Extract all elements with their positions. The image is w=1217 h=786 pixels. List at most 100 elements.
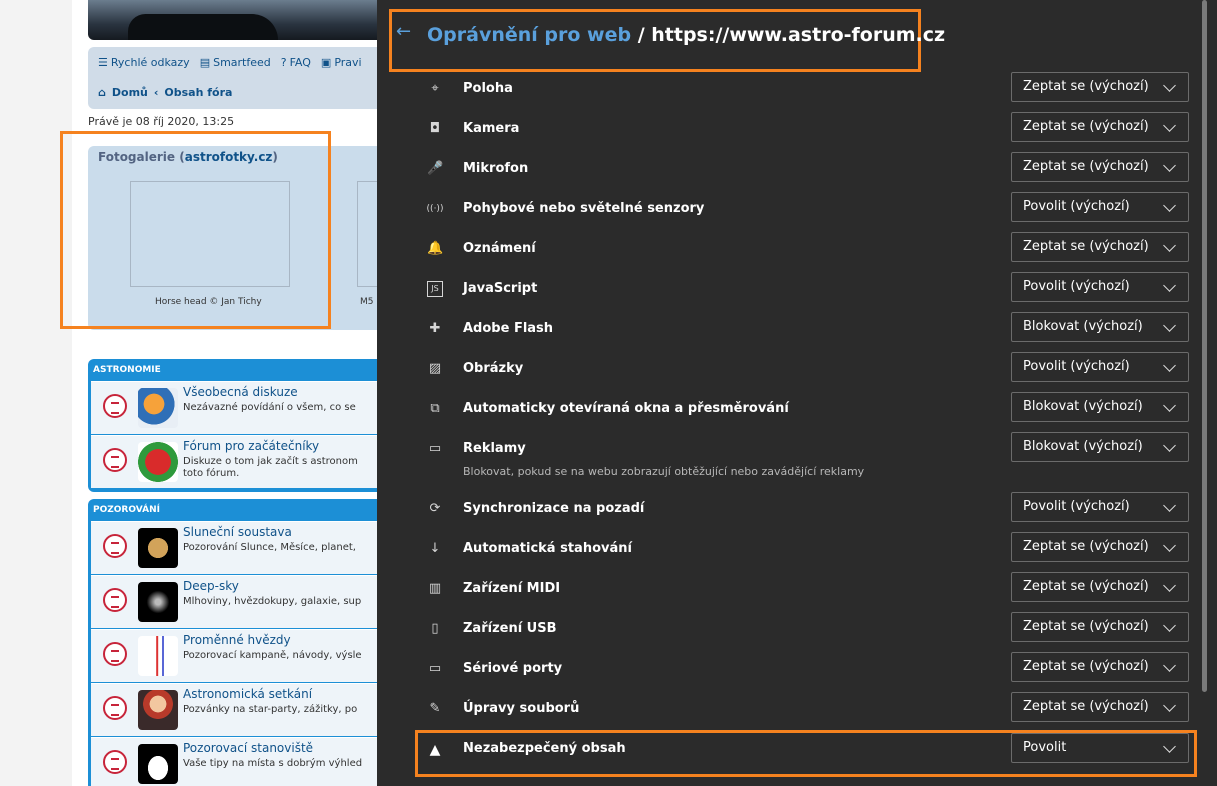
help-icon: ?	[280, 56, 287, 69]
permission-label: Synchronizace na pozadí	[463, 501, 645, 516]
permission-select-value: Zeptat se (výchozí)	[1023, 119, 1149, 134]
forum-row[interactable]: Astronomická setkání Pozvánky na star-pa…	[91, 683, 385, 736]
forum-image	[138, 442, 178, 482]
download-icon: ↓	[429, 541, 441, 556]
permission-select[interactable]: Povolit (výchozí)	[1011, 272, 1189, 302]
forum-description: Diskuze o tom jak začít s astronom	[183, 456, 358, 467]
permission-select-value: Zeptat se (výchozí)	[1023, 619, 1149, 634]
permission-label: Zařízení USB	[463, 621, 557, 636]
breadcrumb-forum-index[interactable]: Obsah fóra	[164, 86, 232, 99]
permission-select[interactable]: Zeptat se (výchozí)	[1011, 652, 1189, 682]
category-title[interactable]: ASTRONOMIE	[88, 359, 388, 381]
quicklinks-label: Rychlé odkazy	[110, 56, 190, 69]
permission-select[interactable]: Zeptat se (výchozí)	[1011, 532, 1189, 562]
permission-select[interactable]: Zeptat se (výchozí)	[1011, 112, 1189, 142]
chevron-down-icon	[1163, 579, 1176, 592]
permission-select-value: Zeptat se (výchozí)	[1023, 659, 1149, 674]
category-title[interactable]: POZOROVÁNÍ	[88, 499, 388, 521]
permission-select[interactable]: Zeptat se (výchozí)	[1011, 72, 1189, 102]
permission-select[interactable]: Blokovat (výchozí)	[1011, 392, 1189, 422]
permission-label: Automaticky otevíraná okna a přesměrován…	[463, 401, 789, 416]
chevron-down-icon	[1163, 619, 1176, 632]
forum-row[interactable]: Proměnné hvězdy Pozorovací kampaně, návo…	[91, 629, 385, 682]
permission-label: Úpravy souborů	[463, 701, 580, 716]
forum-image	[138, 744, 178, 784]
permissions-title[interactable]: Oprávnění pro web	[427, 24, 631, 46]
forum-row[interactable]: Deep-sky Mlhoviny, hvězdokupy, galaxie, …	[91, 575, 385, 628]
scrollbar-thumb[interactable]	[1202, 0, 1207, 692]
chevron-left-icon: ‹	[153, 86, 159, 99]
forum-name[interactable]: Astronomická setkání	[183, 687, 312, 701]
breadcrumb-home[interactable]: Domů	[112, 86, 148, 99]
forum-description: Mlhoviny, hvězdokupy, galaxie, sup	[183, 596, 362, 607]
permission-row: ▭ Sériové porty Zeptat se (výchozí)	[377, 649, 1217, 689]
permission-select[interactable]: Povolit (výchozí)	[1011, 192, 1189, 222]
home-icon: ⌂	[98, 86, 106, 99]
permission-select[interactable]: Zeptat se (výchozí)	[1011, 232, 1189, 262]
chevron-down-icon	[1163, 159, 1176, 172]
forum-description: Pozorovací kampaně, návody, výsle	[183, 650, 362, 661]
quicklinks-bar: ☰ Rychlé odkazy ▤ Smartfeed ? FAQ ▣ Pravi	[98, 56, 362, 69]
forum-category: ASTRONOMIE Všeobecná diskuze Nezávazné p…	[88, 359, 388, 492]
smartfeed-link[interactable]: ▤ Smartfeed	[200, 56, 271, 69]
permission-row: ▥ Zařízení MIDI Zeptat se (výchozí)	[377, 569, 1217, 609]
forum-row[interactable]: Sluneční soustava Pozorování Slunce, Měs…	[91, 521, 385, 574]
chevron-down-icon	[1163, 319, 1176, 332]
permission-label: Pohybové nebo světelné senzory	[463, 201, 705, 216]
scrollbar[interactable]	[1200, 0, 1208, 786]
permission-row: 🔔 Oznámení Zeptat se (výchozí)	[377, 229, 1217, 269]
arrow-left-icon[interactable]: ←	[396, 23, 411, 41]
permission-select[interactable]: Povolit (výchozí)	[1011, 352, 1189, 382]
chevron-down-icon	[1163, 119, 1176, 132]
forum-name[interactable]: Všeobecná diskuze	[183, 385, 298, 399]
permission-select[interactable]: Zeptat se (výchozí)	[1011, 152, 1189, 182]
forum-row[interactable]: Fórum pro začátečníky Diskuze o tom jak …	[91, 435, 385, 488]
chevron-down-icon	[1163, 279, 1176, 292]
permission-select-value: Zeptat se (výchozí)	[1023, 579, 1149, 594]
permission-row: ✚ Adobe Flash Blokovat (výchozí)	[377, 309, 1217, 349]
forum-name[interactable]: Sluneční soustava	[183, 525, 292, 539]
chevron-down-icon	[1163, 239, 1176, 252]
faq-link[interactable]: ? FAQ	[281, 56, 311, 69]
permission-select[interactable]: Zeptat se (výchozí)	[1011, 612, 1189, 642]
permission-select-value: Blokovat (výchozí)	[1023, 439, 1143, 454]
permission-row: ↓ Automatická stahování Zeptat se (výchozí…	[377, 529, 1217, 569]
permission-label: Sériové porty	[463, 661, 563, 676]
forum-banner	[88, 0, 388, 40]
permission-select-value: Zeptat se (výchozí)	[1023, 539, 1149, 554]
forum-name[interactable]: Pozorovací stanoviště	[183, 741, 313, 755]
smartfeed-label: Smartfeed	[213, 56, 271, 69]
permission-select[interactable]: Blokovat (výchozí)	[1011, 432, 1189, 462]
forum-image	[138, 690, 178, 730]
quicklinks-menu[interactable]: ☰ Rychlé odkazy	[98, 56, 190, 69]
ads-icon: ▭	[428, 441, 442, 456]
bell-icon: 🔔	[427, 241, 444, 256]
forum-description: Nezávazné povídání o všem, co se	[183, 402, 356, 413]
gallery-caption: M5	[360, 297, 374, 307]
forum-image	[138, 528, 178, 568]
forum-name[interactable]: Fórum pro začátečníky	[183, 439, 319, 453]
forum-read-icon	[103, 394, 127, 418]
forum-name[interactable]: Deep-sky	[183, 579, 239, 593]
permission-select[interactable]: Zeptat se (výchozí)	[1011, 572, 1189, 602]
permission-label: Oznámení	[463, 241, 536, 256]
forum-description: Vaše tipy na místa s dobrým výhled	[183, 758, 363, 769]
permission-select-value: Blokovat (výchozí)	[1023, 399, 1143, 414]
permission-select[interactable]: Zeptat se (výchozí)	[1011, 692, 1189, 722]
permission-description: Blokovat, pokud se na webu zobrazují obt…	[463, 465, 865, 478]
insecure-content-highlight-box	[415, 730, 1197, 777]
rules-link[interactable]: ▣ Pravi	[321, 56, 362, 69]
feed-icon: ▤	[199, 56, 211, 69]
permission-row: ✎ Úpravy souborů Zeptat se (výchozí)	[377, 689, 1217, 729]
permission-label: Reklamy	[463, 441, 526, 456]
permission-select[interactable]: Blokovat (výchozí)	[1011, 312, 1189, 342]
permission-select[interactable]: Povolit (výchozí)	[1011, 492, 1189, 522]
forum-row[interactable]: Pozorovací stanoviště Vaše tipy na místa…	[91, 737, 385, 786]
chevron-down-icon	[1163, 359, 1176, 372]
permission-row: ⌖ Poloha Zeptat se (výchozí)	[377, 69, 1217, 109]
permission-select-value: Povolit (výchozí)	[1023, 199, 1130, 214]
forum-name[interactable]: Proměnné hvězdy	[183, 633, 291, 647]
forum-row[interactable]: Všeobecná diskuze Nezávazné povídání o v…	[91, 381, 385, 434]
midi-icon: ▥	[428, 581, 442, 596]
forum-description-line2: toto fórum.	[183, 468, 240, 479]
